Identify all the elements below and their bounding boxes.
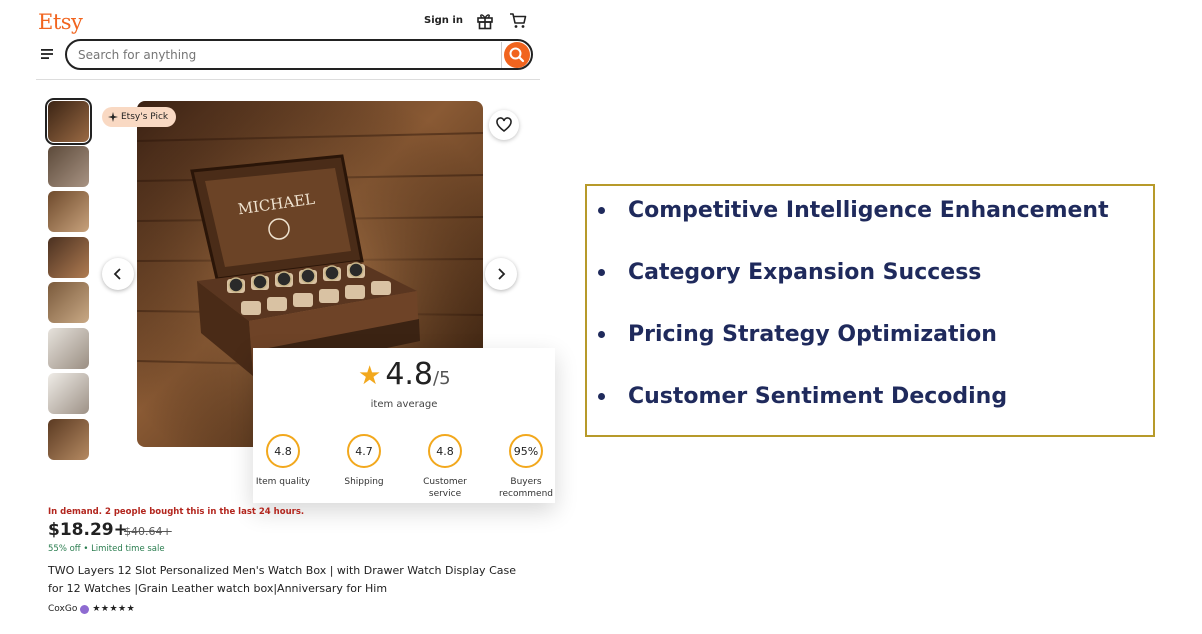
seller-name[interactable]: CoxGo [48,604,77,614]
header-divider [36,79,540,80]
thumbnail-4[interactable] [48,237,89,278]
rating-circle: 95% [509,434,543,468]
rating-circle: 4.8 [266,434,300,468]
rating-label: Item quality [255,477,311,487]
seller-info: CoxGo ★★★★★ [48,604,135,614]
price: $18.29+ [48,520,128,540]
highlight-item: Pricing Strategy Optimization [598,322,997,347]
bullet-icon [598,269,605,276]
rating-label: Customer service [423,477,467,499]
product-title: TWO Layers 12 Slot Personalized Men's Wa… [48,564,516,595]
rating-out-of: /5 [433,368,451,389]
thumbnail-1[interactable] [45,98,92,145]
bullet-icon [598,393,605,400]
highlight-text: Pricing Strategy Optimization [628,322,997,347]
chevron-left-icon [113,268,121,280]
gift-icon[interactable] [476,12,494,30]
highlight-text: Customer Sentiment Decoding [628,384,1008,409]
etsys-pick-badge: Etsy's Pick [102,107,177,127]
highlight-item: Category Expansion Success [598,260,981,285]
rating-circle: 4.7 [347,434,381,468]
thumbnail-8[interactable] [48,419,89,460]
favorite-button[interactable] [489,110,519,140]
etsy-logo[interactable]: Etsy [38,10,83,34]
highlight-text: Category Expansion Success [628,260,982,285]
star-seller-badge-icon [80,604,90,614]
etsys-pick-label: Etsy's Pick [121,112,169,122]
thumbnail-3[interactable] [48,191,89,232]
menu-icon[interactable] [40,47,54,61]
thumbnail-7[interactable] [48,373,89,414]
previous-image-button[interactable] [102,258,134,290]
sign-in-link[interactable]: Sign in [424,15,463,26]
original-price: $40.64+ [124,525,172,538]
sparkle-icon [108,112,118,122]
highlight-item: Competitive Intelligence Enhancement [598,198,1109,223]
highlight-item: Customer Sentiment Decoding [598,384,1007,409]
star-icon: ★ [358,361,382,391]
rating-summary: ★ 4.8 /5 [358,360,451,390]
rating-label: Buyers recommend [499,477,553,499]
search-placeholder: Search for anything [78,48,197,62]
seller-stars: ★★★★★ [92,604,136,614]
rating-label: Shipping [344,477,384,487]
thumbnail-5[interactable] [48,282,89,323]
heart-icon [496,117,512,133]
rating-value: 4.8 [385,357,434,392]
search-button[interactable] [504,42,530,68]
thumbnail-6[interactable] [48,328,89,369]
cart-icon[interactable] [509,12,527,30]
rating-circle: 4.8 [428,434,462,468]
search-divider [501,42,502,68]
chevron-right-icon [498,268,506,280]
thumbnail-2[interactable] [48,146,89,187]
rating-caption: item average [370,399,438,410]
demand-notice: In demand. 2 people bought this in the l… [48,507,305,517]
highlight-text: Competitive Intelligence Enhancement [628,198,1109,223]
bullet-icon [598,207,605,214]
search-icon [509,47,525,63]
sale-info: 55% off • Limited time sale [48,544,165,554]
bullet-icon [598,331,605,338]
next-image-button[interactable] [485,258,517,290]
